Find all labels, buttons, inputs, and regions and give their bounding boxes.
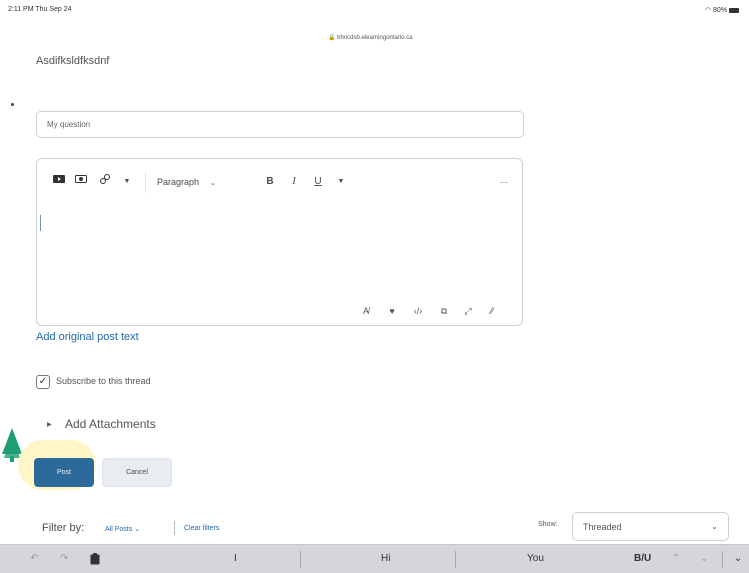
filter-label: Filter by: — [42, 522, 85, 534]
keyboard-shortcut-bar: ↶ ↷ I Hi You B/U ⌃ ⌄ ⌄ — [0, 544, 749, 573]
post-button[interactable]: Post — [34, 458, 94, 487]
rich-text-editor[interactable]: ▼ Paragraph ⌄ B I U ▼ ··· — [36, 158, 523, 326]
source-code-icon[interactable]: ‹/› — [410, 306, 426, 316]
next-field-icon[interactable]: ⌄ — [700, 553, 708, 564]
cancel-button[interactable]: Cancel — [102, 458, 172, 487]
expand-caret-icon[interactable]: ▶ — [47, 421, 52, 428]
checkmark-icon: ✓ — [38, 376, 48, 387]
chevron-down-icon: ⌄ — [711, 522, 718, 531]
suggestion-divider — [300, 551, 301, 568]
suggestion-2[interactable]: Hi — [381, 553, 390, 564]
previous-field-icon[interactable]: ⌃ — [672, 553, 680, 564]
resize-handle-icon[interactable]: ⁄⁄ — [484, 306, 500, 316]
editor-toolbar: ▼ Paragraph ⌄ B I U ▼ ··· — [47, 167, 512, 197]
redo-icon[interactable]: ↷ — [60, 553, 68, 564]
subject-input[interactable] — [36, 111, 524, 138]
text-format-button[interactable]: B/U — [634, 553, 651, 564]
subscribe-label: Subscribe to this thread — [56, 376, 151, 386]
paragraph-format-select[interactable]: Paragraph ⌄ — [157, 173, 243, 191]
filter-divider — [174, 521, 175, 535]
dismiss-keyboard-icon[interactable]: ⌄ — [734, 553, 742, 564]
bold-button[interactable]: B — [263, 173, 277, 191]
insert-link-icon[interactable] — [97, 173, 113, 191]
chevron-down-icon: ⌄ — [134, 526, 141, 533]
chevron-down-icon: ⌄ — [209, 180, 216, 187]
toolbar-divider — [145, 171, 146, 193]
insert-dropdown-chevron-icon[interactable]: ▼ — [121, 173, 133, 191]
clear-filters-link[interactable]: Clear filters — [184, 525, 219, 532]
status-bar: 2:11 PM Thu Sep 24 🔒 bhncdsb.elearningon… — [0, 0, 749, 44]
subscribe-checkbox[interactable]: ✓ — [36, 375, 50, 389]
lock-icon: 🔒 — [328, 35, 336, 41]
toolbar-divider — [722, 551, 723, 568]
fullscreen-icon[interactable]: ⤢ — [460, 306, 476, 317]
insert-video-icon[interactable] — [51, 173, 67, 191]
edge-marker — [11, 103, 14, 106]
italic-button[interactable]: I — [287, 173, 301, 191]
status-indicators: ◠ 80% — [705, 6, 739, 14]
more-options-icon[interactable]: ··· — [495, 173, 513, 191]
status-url: 🔒 bhncdsb.elearningontario.ca — [328, 35, 413, 41]
show-label: Show: — [538, 521, 558, 528]
preview-icon[interactable]: ⧉ — [436, 306, 452, 317]
battery-percentage: 80% — [713, 7, 728, 14]
add-original-post-text-link[interactable]: Add original post text — [36, 331, 139, 343]
filter-posts-dropdown[interactable]: All Posts ⌄ — [105, 525, 140, 533]
insert-image-icon[interactable] — [73, 173, 89, 191]
add-attachments-toggle[interactable]: Add Attachments — [65, 417, 156, 431]
suggestion-3[interactable]: You — [527, 553, 544, 564]
battery-icon — [729, 7, 739, 13]
paste-icon[interactable] — [90, 553, 100, 568]
suggestion-1[interactable]: I — [234, 553, 237, 564]
spellcheck-icon[interactable]: A̸ — [358, 306, 374, 316]
wifi-icon: ◠ — [704, 7, 712, 14]
show-view-select[interactable]: Threaded ⌄ — [572, 512, 729, 541]
status-time: 2:11 PM Thu Sep 24 — [8, 6, 72, 13]
undo-icon[interactable]: ↶ — [30, 553, 38, 564]
thread-title: Asdifksldfksdnf — [36, 55, 110, 67]
text-style-dropdown-icon[interactable]: ▼ — [335, 173, 347, 191]
text-cursor — [40, 215, 41, 231]
underline-button[interactable]: U — [311, 173, 325, 191]
suggestion-divider — [455, 551, 456, 568]
accessibility-checker-icon[interactable]: ♥ — [384, 306, 400, 316]
